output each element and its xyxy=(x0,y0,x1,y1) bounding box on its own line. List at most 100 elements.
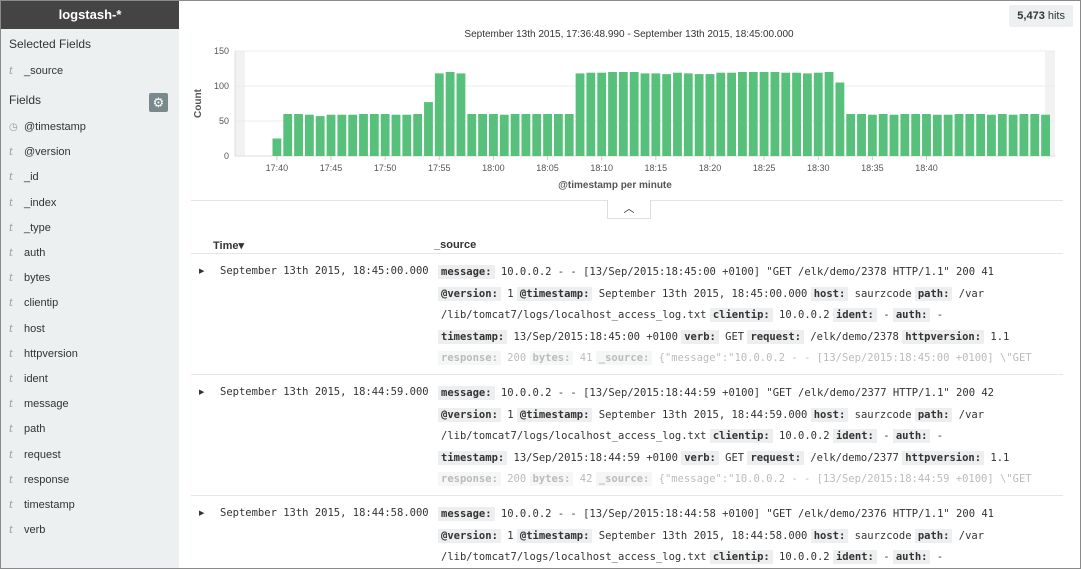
histogram-bar[interactable] xyxy=(683,73,693,156)
histogram-bar[interactable] xyxy=(954,114,964,156)
field-item-timestamp[interactable]: ◷ @timestamp xyxy=(9,118,86,136)
field-item-message[interactable]: t message xyxy=(9,395,69,413)
histogram-bar[interactable] xyxy=(1041,114,1050,156)
histogram-bar[interactable] xyxy=(326,114,336,156)
histogram-bar[interactable] xyxy=(369,114,379,156)
expand-row-caret-icon[interactable]: ▶ xyxy=(199,509,204,517)
histogram-bar[interactable] xyxy=(900,114,910,156)
histogram-bar[interactable] xyxy=(304,114,314,156)
histogram-bar[interactable] xyxy=(564,114,574,156)
histogram-bar[interactable] xyxy=(456,73,466,156)
histogram-chart[interactable]: 0 50 100 150 17:40 17:45 17:50 17:55 18:00 18:05 1… xyxy=(187,41,1067,196)
histogram-bar[interactable] xyxy=(813,72,823,156)
field-item-path[interactable]: t path xyxy=(9,420,45,438)
histogram-bar[interactable] xyxy=(976,114,986,156)
histogram-bar[interactable] xyxy=(716,72,726,156)
histogram-bar[interactable] xyxy=(662,74,672,156)
histogram-bar[interactable] xyxy=(575,73,585,156)
histogram-bar[interactable] xyxy=(1030,114,1040,156)
field-item-version[interactable]: t @version xyxy=(9,143,71,161)
time-column-header[interactable]: Time▾ xyxy=(213,239,244,252)
histogram-bar[interactable] xyxy=(867,114,877,156)
histogram-bar[interactable] xyxy=(510,114,520,156)
histogram-bar[interactable] xyxy=(608,72,617,156)
histogram-bar[interactable] xyxy=(911,114,921,156)
histogram-bar[interactable] xyxy=(618,72,628,156)
histogram-bar[interactable] xyxy=(553,114,563,156)
histogram-bar[interactable] xyxy=(997,114,1007,156)
histogram-bar[interactable] xyxy=(770,72,780,156)
field-item-host[interactable]: t host xyxy=(9,320,45,338)
index-pattern-selector[interactable]: logstash-* xyxy=(1,1,179,29)
histogram-bar[interactable] xyxy=(922,114,931,156)
histogram-bar[interactable] xyxy=(380,114,390,156)
collapse-chart-chevron-up-icon[interactable]: ︿ xyxy=(607,200,651,219)
histogram-bar[interactable] xyxy=(651,73,661,156)
histogram-bar[interactable] xyxy=(489,114,498,156)
field-item-response[interactable]: t response xyxy=(9,471,69,489)
field-settings-gear-icon[interactable]: ⚙ xyxy=(149,93,168,112)
histogram-bar[interactable] xyxy=(705,74,715,156)
histogram-bar[interactable] xyxy=(478,114,488,156)
histogram-bar[interactable] xyxy=(629,72,639,156)
field-item-id[interactable]: t _id xyxy=(9,168,39,186)
histogram-bar[interactable] xyxy=(738,72,747,156)
histogram-bar[interactable] xyxy=(781,72,791,156)
histogram-bar[interactable] xyxy=(694,74,704,156)
histogram-bar[interactable] xyxy=(943,114,953,156)
histogram-bar[interactable] xyxy=(759,72,769,156)
histogram-bar[interactable] xyxy=(467,114,477,156)
histogram-bar[interactable] xyxy=(315,116,325,156)
histogram-bar[interactable] xyxy=(402,114,412,156)
histogram-bar[interactable] xyxy=(597,72,607,156)
histogram-bar[interactable] xyxy=(878,114,888,156)
histogram-bar[interactable] xyxy=(391,114,401,156)
histogram-bar[interactable] xyxy=(932,114,942,156)
histogram-bar[interactable] xyxy=(272,138,282,157)
histogram-bar[interactable] xyxy=(413,114,423,156)
field-item-request[interactable]: t request xyxy=(9,446,61,464)
histogram-bar[interactable] xyxy=(532,114,542,156)
sort-caret-icon[interactable]: ▾ xyxy=(238,240,244,252)
field-item-index[interactable]: t _index xyxy=(9,194,56,212)
field-item-httpversion[interactable]: t httpversion xyxy=(9,345,78,363)
expand-row-caret-icon[interactable]: ▶ xyxy=(199,388,204,396)
field-item-verb[interactable]: t verb xyxy=(9,521,45,539)
histogram-bar[interactable] xyxy=(792,72,801,156)
field-item-type[interactable]: t _type xyxy=(9,219,51,237)
field-item-auth[interactable]: t auth xyxy=(9,244,45,262)
field-item-bytes[interactable]: t bytes xyxy=(9,269,50,287)
histogram-bar[interactable] xyxy=(586,72,596,156)
histogram-bar[interactable] xyxy=(445,72,455,156)
field-item-timestamp[interactable]: t timestamp xyxy=(9,496,75,514)
histogram-bar[interactable] xyxy=(434,73,444,156)
histogram-bar[interactable] xyxy=(846,114,856,156)
histogram-bar[interactable] xyxy=(543,114,552,156)
histogram-bar[interactable] xyxy=(424,102,433,156)
histogram-bar[interactable] xyxy=(802,73,812,156)
selected-field-source[interactable]: t _source xyxy=(9,62,63,80)
histogram-bar[interactable] xyxy=(294,114,303,156)
histogram-bar[interactable] xyxy=(640,73,650,156)
expand-row-caret-icon[interactable]: ▶ xyxy=(199,267,204,275)
histogram-bar[interactable] xyxy=(727,72,737,156)
histogram-bar[interactable] xyxy=(835,82,845,157)
histogram-bar[interactable] xyxy=(499,114,509,156)
histogram-bar[interactable] xyxy=(673,72,682,156)
histogram-bar[interactable] xyxy=(857,114,866,156)
histogram-bar[interactable] xyxy=(1019,114,1029,156)
histogram-bar[interactable] xyxy=(1008,114,1018,156)
histogram-bar[interactable] xyxy=(965,114,975,156)
histogram-bar[interactable] xyxy=(359,114,368,156)
histogram-bar[interactable] xyxy=(283,114,293,156)
field-item-clientip[interactable]: t clientip xyxy=(9,294,58,312)
histogram-bar[interactable] xyxy=(337,114,347,156)
histogram-bar[interactable] xyxy=(748,72,758,156)
histogram-bar[interactable] xyxy=(889,114,899,156)
source-field-value: /var xyxy=(952,287,985,300)
histogram-bar[interactable] xyxy=(521,114,531,156)
histogram-bar[interactable] xyxy=(824,72,834,156)
field-item-ident[interactable]: t ident xyxy=(9,370,48,388)
histogram-bar[interactable] xyxy=(987,114,996,156)
histogram-bar[interactable] xyxy=(348,114,358,156)
